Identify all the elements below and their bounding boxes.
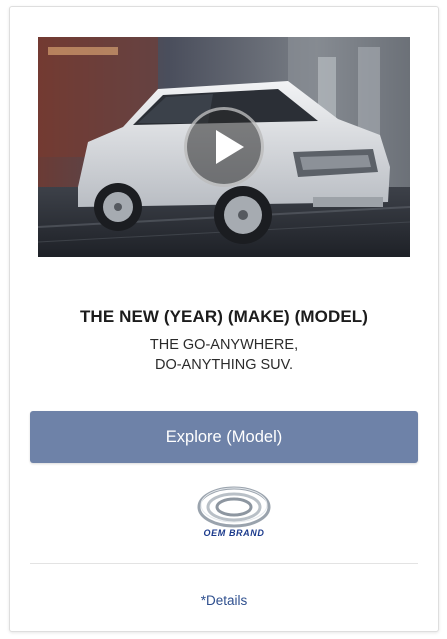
promo-card: THE NEW (YEAR) (MAKE) (MODEL) THE GO-ANY… bbox=[9, 6, 439, 632]
tagline: THE GO-ANYWHERE, DO-ANYTHING SUV. bbox=[10, 335, 438, 375]
divider bbox=[30, 563, 418, 564]
tagline-line-1: THE GO-ANYWHERE, bbox=[149, 337, 299, 353]
tagline-line-2: DO-ANYTHING SUV. bbox=[154, 357, 294, 373]
brand-name: OEM BRAND bbox=[203, 528, 265, 538]
play-button[interactable] bbox=[184, 107, 264, 187]
oem-brand-logo: OEM BRAND bbox=[194, 485, 274, 545]
brand-rings-icon bbox=[197, 486, 271, 528]
headline: THE NEW (YEAR) (MAKE) (MODEL) bbox=[79, 307, 369, 326]
play-icon bbox=[216, 130, 244, 164]
video-thumbnail[interactable] bbox=[38, 37, 410, 257]
details-link[interactable]: *Details bbox=[10, 593, 438, 608]
explore-model-button[interactable]: Explore (Model) bbox=[30, 411, 418, 463]
